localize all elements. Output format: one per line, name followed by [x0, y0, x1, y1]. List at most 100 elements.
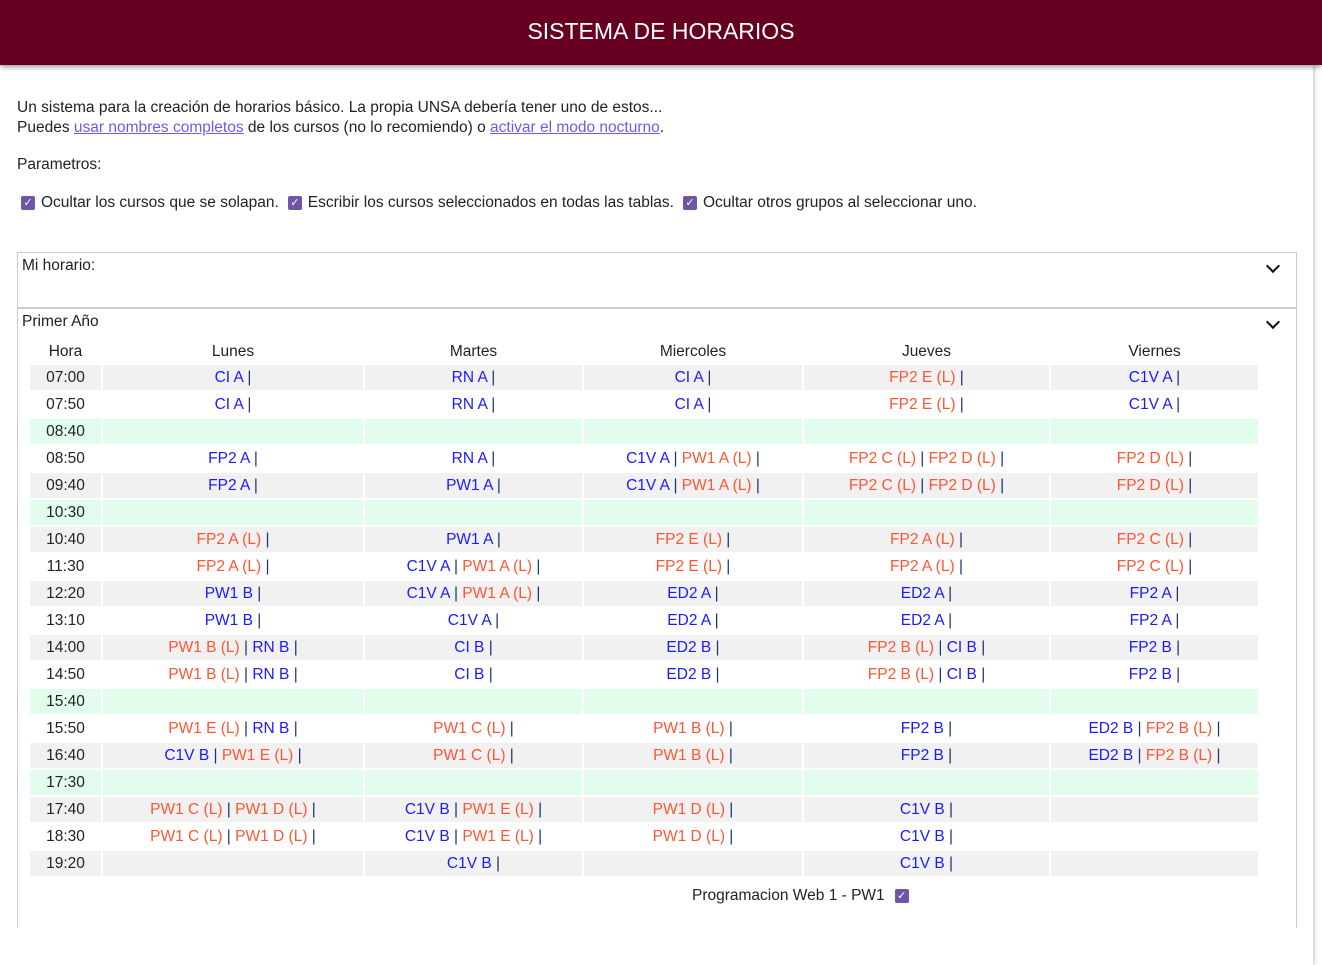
checkbox-checked-icon[interactable]: ✓	[682, 195, 697, 210]
theory-course[interactable]: FP2 B	[1129, 666, 1172, 683]
theory-course[interactable]: CI B	[454, 666, 484, 683]
hide-overlap-option[interactable]: ✓ Ocultar los cursos que se solapan.	[21, 194, 279, 212]
theory-course[interactable]: C1V B	[900, 801, 945, 818]
theory-course[interactable]: ED2 B	[1088, 747, 1133, 764]
theory-course[interactable]: RN B	[252, 720, 289, 737]
lab-course[interactable]: PW1 A (L)	[462, 558, 532, 575]
theory-course[interactable]: FP2 B	[901, 720, 944, 737]
lab-course[interactable]: PW1 D (L)	[235, 828, 307, 845]
theory-course[interactable]: FP2 A	[208, 450, 249, 467]
checkbox-checked-icon[interactable]: ✓	[287, 195, 302, 210]
lab-course[interactable]: PW1 B (L)	[168, 666, 239, 683]
lab-course[interactable]: FP2 B (L)	[1146, 720, 1212, 737]
theory-course[interactable]: C1V A	[407, 585, 450, 602]
lab-course[interactable]: FP2 D (L)	[1117, 477, 1184, 494]
theory-course[interactable]: FP2 A	[208, 477, 249, 494]
theory-course[interactable]: RN A	[452, 450, 487, 467]
theory-course[interactable]: RN A	[452, 369, 487, 386]
lab-course[interactable]: PW1 A (L)	[682, 477, 752, 494]
theory-course[interactable]: CI A	[675, 369, 703, 386]
lab-course[interactable]: FP2 E (L)	[889, 396, 955, 413]
lab-course[interactable]: FP2 C (L)	[849, 477, 916, 494]
theory-course[interactable]: C1V B	[164, 747, 209, 764]
theory-course[interactable]: PW1 A	[446, 531, 493, 548]
lab-course[interactable]: PW1 B (L)	[653, 720, 724, 737]
theory-course[interactable]: ED2 B	[1088, 720, 1133, 737]
theory-course[interactable]: RN B	[252, 666, 289, 683]
theory-course[interactable]: CI A	[215, 369, 243, 386]
lab-course[interactable]: FP2 C (L)	[849, 450, 916, 467]
lab-course[interactable]: FP2 C (L)	[1117, 558, 1184, 575]
lab-course[interactable]: FP2 A (L)	[197, 558, 262, 575]
lab-course[interactable]: PW1 A (L)	[682, 450, 752, 467]
lab-course[interactable]: PW1 C (L)	[150, 828, 222, 845]
lab-course[interactable]: PW1 E (L)	[222, 747, 293, 764]
theory-course[interactable]: ED2 B	[666, 639, 711, 656]
lab-course[interactable]: PW1 E (L)	[462, 828, 533, 845]
theory-course[interactable]: PW1 A	[446, 477, 493, 494]
write-selected-option[interactable]: ✓ Escribir los cursos seleccionados en to…	[287, 194, 674, 212]
theory-course[interactable]: C1V A	[1129, 369, 1172, 386]
course-toggle[interactable]: Programacion Web 1 - PW1 ✓	[692, 887, 915, 905]
lab-course[interactable]: PW1 E (L)	[462, 801, 533, 818]
lab-course[interactable]: FP2 A (L)	[197, 531, 262, 548]
theory-course[interactable]: C1V A	[407, 558, 450, 575]
lab-course[interactable]: PW1 E (L)	[168, 720, 239, 737]
lab-course[interactable]: FP2 C (L)	[1117, 531, 1184, 548]
theory-course[interactable]: ED2 A	[901, 585, 944, 602]
theory-course[interactable]: CI A	[675, 396, 703, 413]
schedule-cell: PW1 A |	[365, 527, 582, 552]
lab-course[interactable]: PW1 B (L)	[168, 639, 239, 656]
theory-course[interactable]: ED2 A	[901, 612, 944, 629]
lab-course[interactable]: PW1 B (L)	[653, 747, 724, 764]
lab-course[interactable]: FP2 E (L)	[656, 531, 722, 548]
lab-course[interactable]: FP2 B (L)	[868, 666, 934, 683]
lab-course[interactable]: PW1 C (L)	[433, 747, 505, 764]
theory-course[interactable]: ED2 A	[667, 612, 710, 629]
theory-course[interactable]: FP2 A	[1130, 585, 1171, 602]
lab-course[interactable]: PW1 D (L)	[653, 801, 725, 818]
lab-course[interactable]: PW1 D (L)	[235, 801, 307, 818]
theory-course[interactable]: FP2 B	[901, 747, 944, 764]
lab-course[interactable]: PW1 C (L)	[433, 720, 505, 737]
lab-course[interactable]: FP2 E (L)	[656, 558, 722, 575]
theory-course[interactable]: C1V B	[447, 855, 492, 872]
hide-other-groups-option[interactable]: ✓ Ocultar otros grupos al seleccionar uno…	[682, 194, 977, 212]
lab-course[interactable]: PW1 A (L)	[462, 585, 532, 602]
dark-mode-link[interactable]: activar el modo nocturno	[490, 119, 660, 136]
lab-course[interactable]: FP2 A (L)	[890, 531, 955, 548]
theory-course[interactable]: CI B	[947, 666, 977, 683]
theory-course[interactable]: CI B	[947, 639, 977, 656]
theory-course[interactable]: FP2 B	[1129, 639, 1172, 656]
theory-course[interactable]: ED2 B	[666, 666, 711, 683]
theory-course[interactable]: C1V B	[405, 828, 450, 845]
lab-course[interactable]: FP2 D (L)	[929, 477, 996, 494]
theory-course[interactable]: CI A	[215, 396, 243, 413]
theory-course[interactable]: PW1 B	[205, 585, 253, 602]
lab-course[interactable]: PW1 D (L)	[653, 828, 725, 845]
theory-course[interactable]: FP2 A	[1130, 612, 1171, 629]
theory-course[interactable]: C1V A	[626, 477, 669, 494]
theory-course[interactable]: C1V B	[405, 801, 450, 818]
lab-course[interactable]: FP2 D (L)	[929, 450, 996, 467]
theory-course[interactable]: ED2 A	[667, 585, 710, 602]
lab-course[interactable]: FP2 B (L)	[868, 639, 934, 656]
theory-course[interactable]: C1V B	[900, 828, 945, 845]
lab-course[interactable]: PW1 C (L)	[150, 801, 222, 818]
checkbox-checked-icon[interactable]: ✓	[894, 889, 909, 903]
theory-course[interactable]: C1V B	[900, 855, 945, 872]
theory-course[interactable]: RN A	[452, 396, 487, 413]
lab-course[interactable]: FP2 E (L)	[889, 369, 955, 386]
full-names-link[interactable]: usar nombres completos	[74, 119, 244, 136]
theory-course[interactable]: C1V A	[448, 612, 491, 629]
lab-course[interactable]: FP2 B (L)	[1146, 747, 1212, 764]
theory-course[interactable]: CI B	[454, 639, 484, 656]
theory-course[interactable]: C1V A	[626, 450, 669, 467]
theory-course[interactable]: PW1 B	[205, 612, 253, 629]
checkbox-checked-icon[interactable]: ✓	[21, 195, 35, 210]
lab-course[interactable]: FP2 A (L)	[890, 558, 955, 575]
my-schedule-panel[interactable]: Mi horario:	[17, 252, 1297, 308]
theory-course[interactable]: C1V A	[1129, 396, 1172, 413]
lab-course[interactable]: FP2 D (L)	[1117, 450, 1184, 467]
theory-course[interactable]: RN B	[252, 639, 289, 656]
